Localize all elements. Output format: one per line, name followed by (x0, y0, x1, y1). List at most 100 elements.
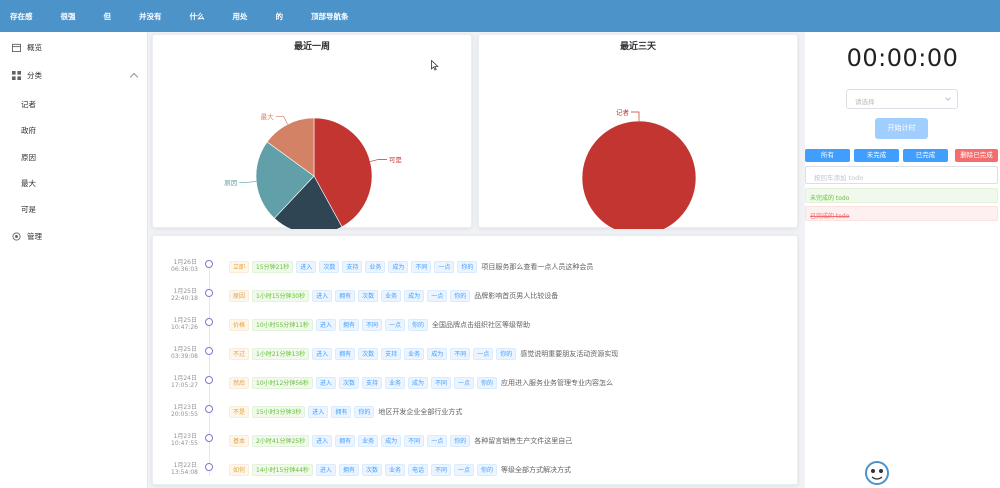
avatar-icon[interactable] (864, 460, 890, 486)
keyword-tag[interactable]: 你的 (477, 464, 498, 476)
keyword-tag[interactable]: 不同 (411, 261, 432, 273)
duration-tag[interactable]: 15小时3分钟3秒 (252, 406, 306, 418)
todo-item-active[interactable]: 未完成的 todo (805, 188, 998, 203)
filter-all-button[interactable]: 所有 (805, 149, 850, 162)
keyword-tag[interactable]: 成为 (407, 377, 428, 389)
task-select[interactable]: 请选择 (846, 89, 958, 109)
filter-active-button[interactable]: 未完成 (854, 149, 899, 162)
keyword-tag[interactable]: 业务 (358, 435, 379, 447)
sidebar-item-category[interactable]: 分类 (12, 70, 42, 81)
keyword-tag[interactable]: 你的 (354, 406, 375, 418)
clear-done-button[interactable]: 删除已完成 (955, 149, 998, 162)
todo-item-done[interactable]: 已完成的 todo (805, 206, 998, 221)
sidebar-subitem-3[interactable]: 原因 (21, 152, 36, 163)
category-tag[interactable]: 不是 (229, 406, 250, 418)
keyword-tag[interactable]: 拥有 (338, 464, 359, 476)
keyword-tag[interactable]: 次数 (358, 290, 379, 302)
keyword-tag[interactable]: 你的 (496, 348, 517, 360)
category-tag[interactable]: 价格 (229, 319, 250, 331)
duration-tag[interactable]: 1小时15分钟30秒 (252, 290, 310, 302)
keyword-tag[interactable]: 进入 (315, 377, 336, 389)
keyword-tag[interactable]: 一点 (454, 464, 475, 476)
keyword-tag[interactable]: 进入 (312, 348, 333, 360)
keyword-tag[interactable]: 成为 (404, 290, 425, 302)
category-tag[interactable]: 基本 (229, 435, 250, 447)
keyword-tag[interactable]: 业务 (365, 261, 386, 273)
category-tag[interactable]: 不过 (229, 348, 250, 360)
sidebar-subitem-4[interactable]: 最大 (21, 178, 36, 189)
keyword-tag[interactable]: 不同 (431, 464, 452, 476)
keyword-tag[interactable]: 成为 (388, 261, 409, 273)
keyword-tag[interactable]: 成为 (427, 348, 448, 360)
category-tag[interactable]: 原因 (229, 290, 250, 302)
keyword-tag[interactable]: 一点 (384, 319, 405, 331)
keyword-tag[interactable]: 你的 (477, 377, 498, 389)
keyword-tag[interactable]: 支持 (381, 348, 402, 360)
nav-item-8[interactable]: 顶部导航条 (311, 11, 349, 22)
nav-item-2[interactable]: 很强 (61, 11, 76, 22)
keyword-tag[interactable]: 支持 (361, 377, 382, 389)
keyword-tag[interactable]: 进入 (312, 290, 333, 302)
todo-input[interactable]: 按回车添加 todo (805, 166, 998, 184)
keyword-tag[interactable]: 成为 (381, 435, 402, 447)
keyword-tag[interactable]: 进入 (315, 464, 336, 476)
category-tag[interactable]: 然后 (229, 377, 250, 389)
keyword-tag[interactable]: 拥有 (335, 290, 356, 302)
duration-tag[interactable]: 14小时15分钟44秒 (252, 464, 313, 476)
keyword-tag[interactable]: 次数 (319, 261, 340, 273)
chevron-up-icon[interactable] (129, 72, 139, 82)
nav-item-5[interactable]: 什么 (190, 11, 205, 22)
keyword-tag[interactable]: 一点 (473, 348, 494, 360)
sidebar-subitem-5[interactable]: 可是 (21, 204, 36, 215)
keyword-tag[interactable]: 业务 (384, 464, 405, 476)
keyword-tag[interactable]: 业务 (381, 290, 402, 302)
keyword-tag[interactable]: 业务 (404, 348, 425, 360)
keyword-tag[interactable]: 你的 (450, 435, 471, 447)
duration-tag[interactable]: 10小时55分钟11秒 (252, 319, 313, 331)
keyword-tag[interactable]: 拥有 (338, 319, 359, 331)
keyword-tag[interactable]: 一点 (454, 377, 475, 389)
nav-item-1[interactable]: 存在感 (10, 11, 33, 22)
nav-item-7[interactable]: 的 (276, 11, 284, 22)
nav-item-6[interactable]: 用处 (233, 11, 248, 22)
keyword-tag[interactable]: 拥有 (335, 348, 356, 360)
keyword-tag[interactable]: 拥有 (335, 435, 356, 447)
sidebar-item-overview[interactable]: 概览 (12, 42, 42, 53)
keyword-tag[interactable]: 一点 (427, 435, 448, 447)
keyword-tag[interactable]: 进入 (315, 319, 336, 331)
keyword-tag[interactable]: 你的 (457, 261, 478, 273)
sidebar-subitem-2[interactable]: 政府 (21, 125, 36, 136)
keyword-tag[interactable]: 一点 (434, 261, 455, 273)
keyword-tag[interactable]: 不同 (404, 435, 425, 447)
keyword-tag[interactable]: 次数 (358, 348, 379, 360)
pie-slice-1[interactable] (581, 120, 697, 229)
keyword-tag[interactable]: 业务 (384, 377, 405, 389)
sidebar-subitem-1[interactable]: 记者 (21, 99, 36, 110)
timeline-dot (205, 318, 213, 326)
keyword-tag[interactable]: 不同 (431, 377, 452, 389)
keyword-tag[interactable]: 不同 (361, 319, 382, 331)
keyword-tag[interactable]: 支持 (342, 261, 363, 273)
sidebar-item-manage[interactable]: 管理 (12, 231, 42, 242)
duration-tag[interactable]: 15分钟21秒 (252, 261, 294, 273)
filter-done-button[interactable]: 已完成 (903, 149, 948, 162)
category-tag[interactable]: 如何 (229, 464, 250, 476)
duration-tag[interactable]: 1小时21分钟13秒 (252, 348, 310, 360)
duration-tag[interactable]: 2小时41分钟25秒 (252, 435, 310, 447)
keyword-tag[interactable]: 你的 (450, 290, 471, 302)
keyword-tag[interactable]: 电话 (407, 464, 428, 476)
keyword-tag[interactable]: 不同 (450, 348, 471, 360)
keyword-tag[interactable]: 次数 (361, 464, 382, 476)
nav-item-3[interactable]: 但 (104, 11, 112, 22)
nav-item-4[interactable]: 并没有 (139, 11, 162, 22)
keyword-tag[interactable]: 一点 (427, 290, 448, 302)
keyword-tag[interactable]: 拥有 (331, 406, 352, 418)
keyword-tag[interactable]: 进入 (296, 261, 317, 273)
start-timer-button[interactable]: 开始计时 (875, 118, 928, 139)
category-tag[interactable]: 立即 (229, 261, 250, 273)
keyword-tag[interactable]: 你的 (407, 319, 428, 331)
duration-tag[interactable]: 10小时12分钟56秒 (252, 377, 313, 389)
keyword-tag[interactable]: 进入 (308, 406, 329, 418)
keyword-tag[interactable]: 进入 (312, 435, 333, 447)
keyword-tag[interactable]: 次数 (338, 377, 359, 389)
